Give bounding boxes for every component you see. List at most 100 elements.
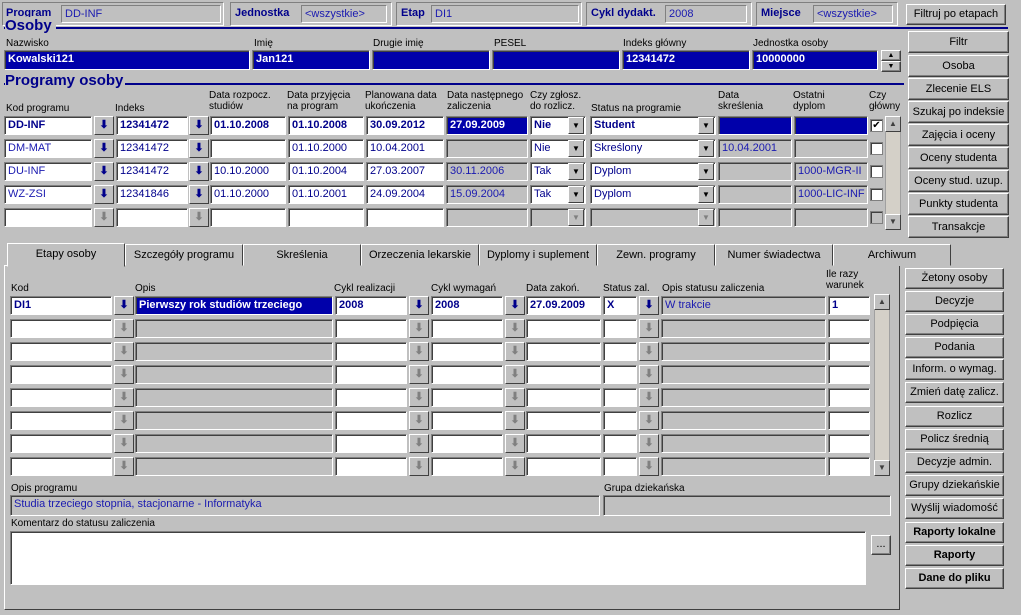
data-zakon-cell[interactable] [526,388,601,407]
scroll-down-icon[interactable]: ▼ [874,460,890,476]
lower-button-7[interactable]: Policz średnią [905,429,1004,450]
lookup-arrow-icon[interactable]: ⬇ [409,411,429,430]
lookup-arrow-icon[interactable]: ⬇ [639,434,659,453]
lookup-arrow-icon[interactable]: ⬇ [639,342,659,361]
indeks-glowny-field[interactable]: 12341472 [622,50,750,70]
lookup-arrow-icon[interactable]: ⬇ [409,296,429,315]
lookup-arrow-icon[interactable]: ⬇ [94,162,114,181]
kod-programu-cell[interactable]: DM-MAT [4,139,92,158]
scroll-down-icon[interactable]: ▼ [881,61,901,72]
indeks-cell[interactable]: 12341472 [116,116,188,135]
lookup-arrow-icon[interactable]: ⬇ [94,185,114,204]
czy-glowny-checkbox[interactable] [870,188,883,201]
kod-cell[interactable] [10,365,112,384]
cykl-realizacji-cell[interactable] [335,365,407,384]
lookup-arrow-icon[interactable]: ⬇ [94,139,114,158]
czy-glowny-checkbox[interactable] [870,142,883,155]
right-button-3[interactable]: Szukaj po indeksie [908,101,1009,123]
kod-programu-cell[interactable] [4,208,92,227]
kod-cell[interactable]: DI1 [10,296,112,315]
kod-cell[interactable] [10,434,112,453]
lookup-arrow-icon[interactable]: ⬇ [189,162,209,181]
data-rozpoczecia-cell[interactable]: 10.10.2000 [210,162,286,181]
indeks-cell[interactable] [116,208,188,227]
jednostka-osoby-field[interactable]: 10000000 [752,50,878,70]
lookup-arrow-icon[interactable]: ⬇ [189,116,209,135]
lookup-arrow-icon[interactable]: ⬇ [114,388,134,407]
lookup-arrow-icon[interactable]: ⬇ [505,296,525,315]
cykl-value[interactable]: 2008 [665,5,747,23]
indeks-cell[interactable]: 12341472 [116,139,188,158]
kod-cell[interactable] [10,457,112,476]
chevron-down-icon[interactable]: ▼ [698,117,714,134]
lookup-arrow-icon[interactable]: ⬇ [189,139,209,158]
tab-5[interactable]: Zewn. programy [597,244,715,266]
data-przyjecia-cell[interactable] [288,208,364,227]
lookup-arrow-icon[interactable]: ⬇ [505,342,525,361]
kod-programu-cell[interactable]: DD-INF [4,116,92,135]
cykl-realizacji-cell[interactable] [335,319,407,338]
right-button-4[interactable]: Zajęcia i oceny [908,124,1009,146]
kod-cell[interactable] [10,411,112,430]
lookup-arrow-icon[interactable]: ⬇ [505,388,525,407]
lookup-arrow-icon[interactable]: ⬇ [114,342,134,361]
lower-button-11[interactable]: Raporty lokalne [905,522,1004,543]
cykl-wymagan-cell[interactable] [431,434,503,453]
planowana-data-cell[interactable]: 10.04.2001 [366,139,444,158]
tab-0[interactable]: Etapy osoby [7,243,125,267]
cykl-realizacji-cell[interactable] [335,411,407,430]
lookup-arrow-icon[interactable]: ⬇ [114,457,134,476]
planowana-data-cell[interactable]: 30.09.2012 [366,116,444,135]
lower-button-0[interactable]: Żetony osoby [905,268,1004,289]
drugie-imie-field[interactable] [372,50,490,70]
cykl-realizacji-cell[interactable]: 2008 [335,296,407,315]
tab-3[interactable]: Orzeczenia lekarskie [361,244,479,266]
lookup-arrow-icon[interactable]: ⬇ [189,208,209,227]
planowana-data-cell[interactable] [366,208,444,227]
right-button-8[interactable]: Transakcje [908,216,1009,238]
ile-razy-cell[interactable]: 1 [828,296,870,315]
lower-button-10[interactable]: Wyślij wiadomość [905,498,1004,519]
imie-field[interactable]: Jan121 [252,50,370,70]
ile-razy-cell[interactable] [828,365,870,384]
ile-razy-cell[interactable] [828,434,870,453]
data-przyjecia-cell[interactable]: 01.10.2004 [288,162,364,181]
cykl-wymagan-cell[interactable] [431,342,503,361]
chevron-down-icon[interactable]: ▼ [698,163,714,180]
lookup-arrow-icon[interactable]: ⬇ [114,365,134,384]
data-przyjecia-cell[interactable]: 01.10.2001 [288,185,364,204]
cykl-wymagan-cell[interactable] [431,457,503,476]
cykl-realizacji-cell[interactable] [335,434,407,453]
etap-value[interactable]: DI1 [431,5,579,23]
etapy-scrollbar[interactable]: ▲ ▼ [874,294,890,476]
lower-button-8[interactable]: Decyzje admin. [905,452,1004,473]
right-button-1[interactable]: Osoba [908,55,1009,77]
tab-6[interactable]: Numer świadectwa [715,244,833,266]
lookup-arrow-icon[interactable]: ⬇ [639,388,659,407]
lookup-arrow-icon[interactable]: ⬇ [409,365,429,384]
lower-button-13[interactable]: Dane do pliku [905,568,1004,589]
ile-razy-cell[interactable] [828,342,870,361]
cykl-wymagan-cell[interactable]: 2008 [431,296,503,315]
cykl-realizacji-cell[interactable] [335,388,407,407]
chevron-down-icon[interactable]: ▼ [568,186,584,203]
lower-button-6[interactable]: Rozlicz [905,406,1004,427]
komentarz-field[interactable] [10,531,866,585]
data-rozpoczecia-cell[interactable] [210,208,286,227]
lookup-arrow-icon[interactable]: ⬇ [409,388,429,407]
tab-7[interactable]: Archiwum [833,244,951,266]
status-zal-cell[interactable] [603,365,637,384]
data-rozpoczecia-cell[interactable]: 01.10.2000 [210,185,286,204]
kod-cell[interactable] [10,342,112,361]
data-zakon-cell[interactable] [526,457,601,476]
chevron-down-icon[interactable]: ▼ [698,209,714,226]
right-button-0[interactable]: Filtr [908,31,1009,53]
tab-2[interactable]: Skreślenia [243,244,361,266]
lookup-arrow-icon[interactable]: ⬇ [409,342,429,361]
lookup-arrow-icon[interactable]: ⬇ [505,319,525,338]
status-zal-cell[interactable] [603,457,637,476]
indeks-cell[interactable]: 12341846 [116,185,188,204]
lookup-arrow-icon[interactable]: ⬇ [409,319,429,338]
status-zal-cell[interactable] [603,434,637,453]
kod-programu-cell[interactable]: DU-INF [4,162,92,181]
